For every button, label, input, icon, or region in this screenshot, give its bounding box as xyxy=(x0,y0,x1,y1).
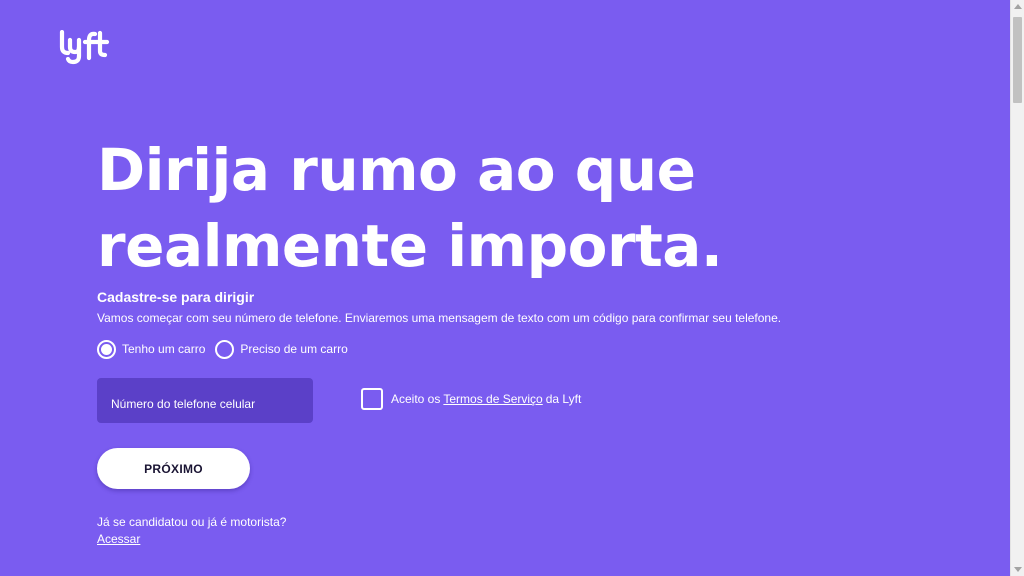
car-option-group: Tenho um carro Preciso de um carro xyxy=(97,337,358,361)
next-button[interactable]: PRÓXIMO xyxy=(97,448,250,489)
radio-have-car[interactable]: Tenho um carro xyxy=(97,339,206,359)
signup-title: Cadastre-se para dirigir xyxy=(97,289,255,305)
terms-prefix: Aceito os xyxy=(391,392,441,406)
page-headline: Dirija rumo ao que realmente importa. xyxy=(97,136,723,280)
scroll-up-arrow-icon[interactable] xyxy=(1014,4,1022,9)
radio-need-car-label: Preciso de um carro xyxy=(240,342,348,356)
scrollbar-thumb[interactable] xyxy=(1013,17,1022,103)
phone-number-input[interactable] xyxy=(97,378,313,423)
terms-suffix: da Lyft xyxy=(545,392,582,406)
already-driver-text: Já se candidatou ou já é motorista? xyxy=(97,515,287,529)
login-link[interactable]: Acessar xyxy=(97,532,140,546)
signup-description: Vamos começar com seu número de telefone… xyxy=(97,311,782,325)
signup-page: Dirija rumo ao que realmente importa. Ca… xyxy=(0,0,1010,576)
vertical-scrollbar[interactable] xyxy=(1010,0,1024,576)
lyft-logo-icon[interactable] xyxy=(58,30,110,66)
terms-of-service-link[interactable]: Termos de Serviço xyxy=(443,392,542,406)
terms-agreement: Aceito os Termos de Serviço da Lyft xyxy=(361,388,581,410)
radio-selected-icon[interactable] xyxy=(97,339,116,359)
radio-have-car-label: Tenho um carro xyxy=(122,342,206,356)
radio-need-car[interactable]: Preciso de um carro xyxy=(215,339,348,359)
radio-unselected-icon[interactable] xyxy=(215,339,235,359)
scroll-down-arrow-icon[interactable] xyxy=(1014,567,1022,572)
terms-checkbox[interactable] xyxy=(361,388,383,410)
